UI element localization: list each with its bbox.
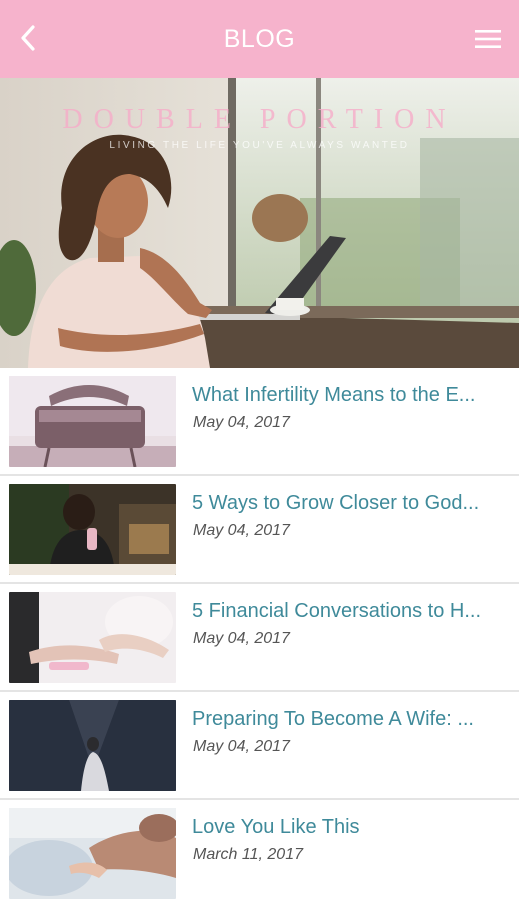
page-title: BLOG xyxy=(223,24,296,53)
post-date: March 11, 2017 xyxy=(193,846,303,863)
hero-tagline: LIVING THE LIFE YOU'VE ALWAYS WANTED xyxy=(109,140,410,151)
post-thumbnail xyxy=(9,592,176,683)
post-list-item[interactable]: Love You Like This March 11, 2017 xyxy=(0,800,519,900)
post-date: May 04, 2017 xyxy=(193,630,290,647)
couple-drinks-photo xyxy=(9,484,176,575)
post-thumbnail xyxy=(9,376,176,467)
baby-hands-photo xyxy=(9,808,176,899)
post-thumbnail xyxy=(9,808,176,899)
post-title: 5 Financial Conversations to H... xyxy=(192,600,482,622)
hamburger-menu-icon xyxy=(475,30,501,48)
post-thumbnail xyxy=(9,700,176,791)
post-title: 5 Ways to Grow Closer to God... xyxy=(192,492,480,514)
post-title: Love You Like This xyxy=(192,816,360,838)
post-list-item[interactable]: Preparing To Become A Wife: ... May 04, … xyxy=(0,692,519,800)
post-list-item[interactable]: 5 Financial Conversations to H... May 04… xyxy=(0,584,519,692)
post-date: May 04, 2017 xyxy=(193,738,290,755)
post-list-item[interactable]: What Infertility Means to the E... May 0… xyxy=(0,368,519,476)
post-date: May 04, 2017 xyxy=(193,522,290,539)
bassinet-photo xyxy=(9,376,176,467)
hands-holding-photo xyxy=(9,592,176,683)
post-thumbnail xyxy=(9,484,176,575)
hero-brand-title: DOUBLE PORTION xyxy=(62,104,457,135)
post-title: Preparing To Become A Wife: ... xyxy=(192,708,474,730)
bride-silhouette-photo xyxy=(9,700,176,791)
post-title: What Infertility Means to the E... xyxy=(192,384,476,406)
hero-banner[interactable]: DOUBLE PORTION LIVING THE LIFE YOU'VE AL… xyxy=(0,78,519,368)
app-header: BLOG xyxy=(0,0,519,78)
post-list-item[interactable]: 5 Ways to Grow Closer to God... May 04, … xyxy=(0,476,519,584)
post-date: May 04, 2017 xyxy=(193,414,290,431)
menu-button[interactable] xyxy=(471,24,505,54)
